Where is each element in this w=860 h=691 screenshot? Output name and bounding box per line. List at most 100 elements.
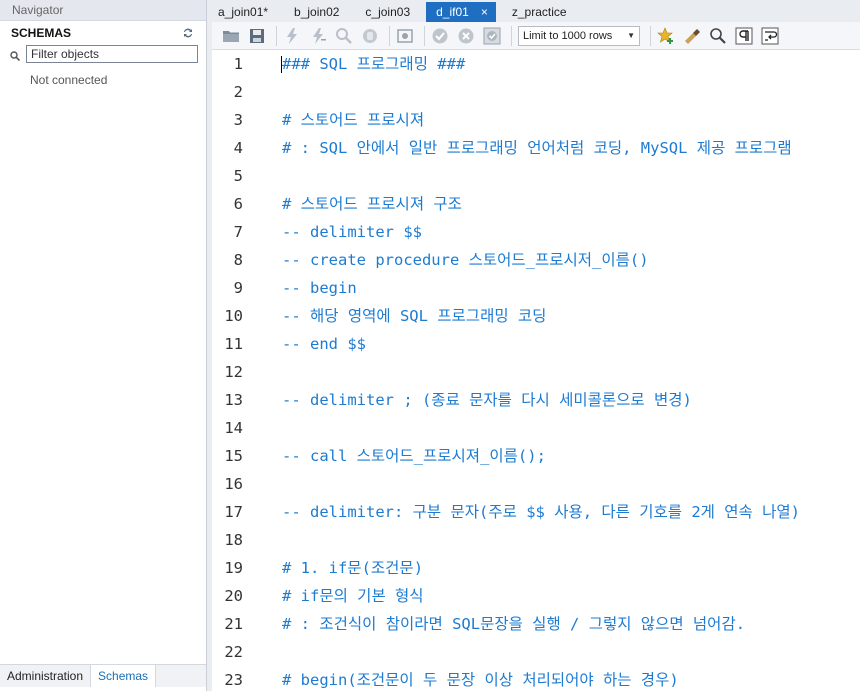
line-number: 17 (224, 503, 243, 521)
code-text: # : SQL 안에서 일반 프로그래밍 언어처럼 코딩, MySQL 제공 프… (282, 139, 792, 157)
code-line[interactable]: 6 # 스토어드 프로시져 구조 (212, 190, 860, 218)
code-line[interactable]: 22 (212, 638, 860, 666)
tab-c-join03[interactable]: c_join03 (355, 2, 420, 22)
search-icon (10, 51, 20, 61)
beautify-button[interactable] (681, 25, 703, 47)
code-text: -- create procedure 스토어드_프로시저_이름() (282, 251, 649, 269)
output-panel-icon (397, 28, 413, 43)
code-text: # 1. if문(조건문) (282, 559, 424, 577)
line-number: 20 (224, 587, 243, 605)
code-line[interactable]: 2 (212, 78, 860, 106)
line-number: 19 (224, 559, 243, 577)
execute-button[interactable] (281, 25, 303, 47)
execute-current-button[interactable] (307, 25, 329, 47)
brush-icon (685, 28, 700, 44)
code-line[interactable]: 20 # if문의 기본 형식 (212, 582, 860, 610)
code-line[interactable]: 12 (212, 358, 860, 386)
code-line[interactable]: 3 # 스토어드 프로시져 (212, 106, 860, 134)
code-line[interactable]: 11 -- end $$ (212, 330, 860, 358)
tab-b-join02[interactable]: b_join02 (284, 2, 349, 22)
filter-objects-input[interactable] (26, 45, 198, 63)
toolbar-separator (276, 25, 277, 46)
navigator-title: Navigator (0, 0, 206, 21)
stop-button[interactable] (359, 25, 381, 47)
close-tab-icon[interactable]: × (481, 2, 488, 22)
commit-button[interactable] (429, 25, 451, 47)
code-text: -- begin (282, 279, 357, 297)
code-text: -- delimiter $$ (282, 223, 422, 241)
line-number: 16 (224, 475, 243, 493)
code-line[interactable]: 16 (212, 470, 860, 498)
code-line[interactable]: 13 -- delimiter ; (종료 문자를 다시 세미콜론으로 변경) (212, 386, 860, 414)
schemas-header: SCHEMAS (0, 21, 206, 45)
rollback-button[interactable] (455, 25, 477, 47)
code-text: -- 해당 영역에 SQL 프로그래밍 코딩 (282, 307, 547, 325)
tab-a-join01[interactable]: a_join01* (208, 2, 278, 22)
tab-administration[interactable]: Administration (0, 665, 90, 687)
code-line[interactable]: 19 # 1. if문(조건문) (212, 554, 860, 582)
navigator-bottom-tabs: Administration Schemas (0, 664, 206, 687)
code-line[interactable]: 23 # begin(조건문이 두 문장 이상 처리되어야 하는 경우) (212, 666, 860, 691)
add-snippet-button[interactable] (655, 25, 677, 47)
line-number: 23 (224, 671, 243, 689)
invisible-chars-button[interactable] (733, 25, 755, 47)
code-line[interactable]: 14 (212, 414, 860, 442)
code-text: -- call 스토어드_프로시져_이름(); (282, 447, 546, 465)
limit-rows-select[interactable]: Limit to 1000 rows ▼ (518, 25, 640, 46)
code-line[interactable]: 21 # : 조건식이 참이라면 SQL문장을 실행 / 그렇지 않으면 넘어감. (212, 610, 860, 638)
line-number: 4 (233, 139, 243, 157)
line-number: 8 (233, 251, 243, 269)
toolbar-separator (650, 25, 651, 46)
tab-schemas[interactable]: Schemas (90, 665, 157, 687)
code-text: # 스토어드 프로시져 (282, 111, 425, 129)
hand-stop-icon (363, 28, 377, 43)
autocommit-toggle[interactable] (481, 25, 503, 47)
code-line[interactable]: 18 (212, 526, 860, 554)
code-line[interactable]: 1 ### SQL 프로그래밍 ### (212, 50, 860, 78)
save-icon (250, 28, 264, 43)
line-number: 13 (224, 391, 243, 409)
code-line[interactable]: 8 -- create procedure 스토어드_프로시저_이름() (212, 246, 860, 274)
magnifier-icon (710, 27, 726, 44)
line-number: 1 (233, 55, 243, 73)
code-text: -- delimiter: 구분 문자(주로 $$ 사용, 다른 기호를 2게 … (282, 503, 800, 521)
tab-label: c_join03 (365, 5, 411, 19)
code-line[interactable]: 5 (212, 162, 860, 190)
code-text: # 스토어드 프로시져 구조 (282, 195, 462, 213)
refresh-icon[interactable] (182, 27, 194, 39)
folder-icon (223, 30, 239, 42)
line-number: 10 (224, 307, 243, 325)
open-file-button[interactable] (220, 25, 242, 47)
chevron-down-icon: ▼ (627, 30, 635, 40)
code-line[interactable]: 17 -- delimiter: 구분 문자(주로 $$ 사용, 다른 기호를 2… (212, 498, 860, 526)
line-number: 11 (224, 335, 243, 353)
line-number: 9 (233, 279, 243, 297)
code-text: -- end $$ (282, 335, 366, 353)
code-line[interactable]: 15 -- call 스토어드_프로시져_이름(); (212, 442, 860, 470)
save-button[interactable] (246, 25, 268, 47)
pilcrow-icon (735, 27, 753, 44)
tab-label: d_if01 (436, 5, 469, 19)
code-line[interactable]: 7 -- delimiter $$ (212, 218, 860, 246)
sql-editor[interactable]: 1 ### SQL 프로그래밍 ### 2 3 # 스토어드 프로시져 4 # : SQL … (212, 50, 860, 691)
line-number: 21 (224, 615, 243, 633)
word-wrap-button[interactable] (759, 25, 781, 47)
magnifier-lightning-icon (336, 27, 352, 44)
line-number: 3 (233, 111, 243, 129)
find-button[interactable] (707, 25, 729, 47)
tab-label: a_join01* (218, 5, 269, 19)
tab-z-practice[interactable]: z_practice (502, 2, 577, 22)
code-line[interactable]: 9 -- begin (212, 274, 860, 302)
line-number: 15 (224, 447, 243, 465)
tab-d-if01[interactable]: d_if01 × (426, 2, 496, 22)
tab-label: z_practice (511, 5, 567, 19)
code-text: ### SQL 프로그래밍 ### (282, 55, 466, 73)
code-line[interactable]: 10 -- 해당 영역에 SQL 프로그래밍 코딩 (212, 302, 860, 330)
code-text: # begin(조건문이 두 문장 이상 처리되어야 하는 경우) (282, 671, 679, 689)
explain-button[interactable] (333, 25, 355, 47)
code-line[interactable]: 4 # : SQL 안에서 일반 프로그래밍 언어처럼 코딩, MySQL 제공 … (212, 134, 860, 162)
toolbar-separator (424, 25, 425, 46)
code-text: # if문의 기본 형식 (282, 587, 424, 605)
toggle-output-button[interactable] (394, 25, 416, 47)
limit-rows-value: Limit to 1000 rows (523, 29, 613, 42)
